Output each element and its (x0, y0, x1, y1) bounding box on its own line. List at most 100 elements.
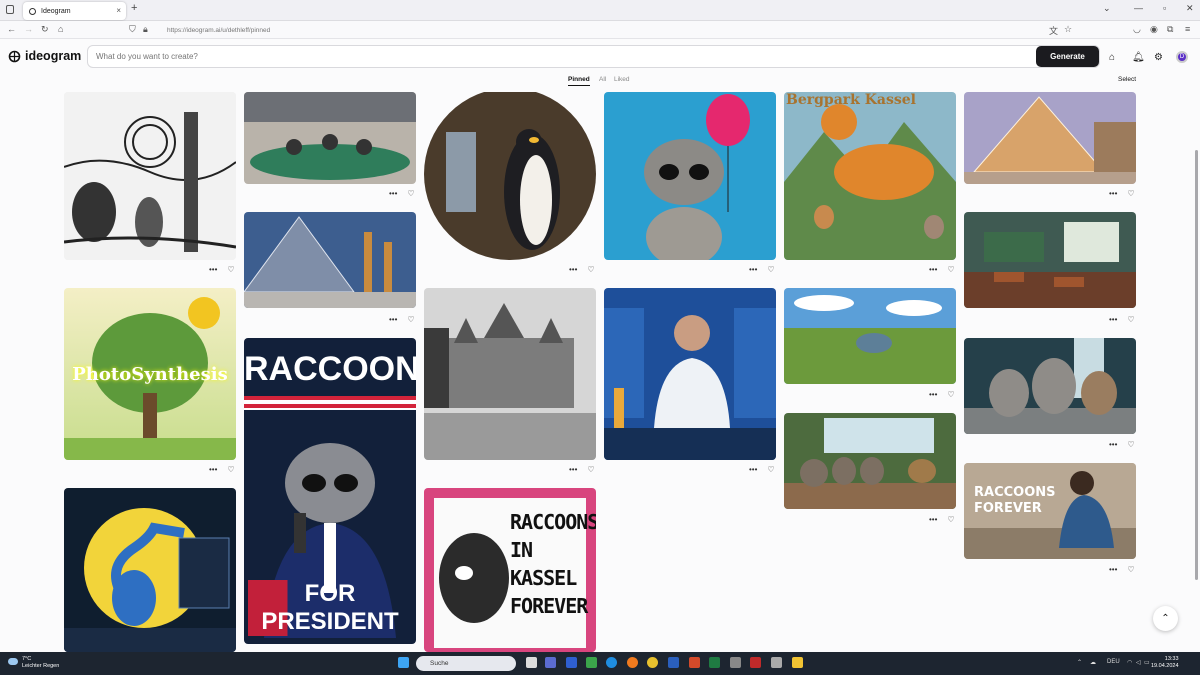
reload-icon[interactable]: ↻ (41, 24, 49, 35)
heart-icon[interactable]: ♡ (947, 515, 954, 524)
extensions-icon[interactable]: ⧉ (1167, 24, 1173, 35)
teams-icon[interactable] (545, 657, 556, 668)
app-l-icon[interactable] (566, 657, 577, 668)
heart-icon[interactable]: ♡ (1127, 315, 1134, 324)
image-card[interactable] (964, 92, 1136, 184)
minimize-icon[interactable]: — (1134, 3, 1143, 13)
generate-button[interactable]: Generate (1036, 46, 1099, 67)
image-card[interactable] (64, 488, 236, 652)
account-icon[interactable]: ◉ (1150, 24, 1158, 35)
gear-icon[interactable]: ⚙ (1154, 52, 1163, 63)
edge-icon[interactable] (606, 657, 617, 668)
more-icon[interactable]: ••• (749, 265, 757, 274)
translate-icon[interactable]: 文 (1049, 24, 1058, 37)
tab-close-icon[interactable]: × (116, 6, 121, 15)
heart-icon[interactable]: ♡ (947, 390, 954, 399)
firefox-icon[interactable] (627, 657, 638, 668)
tab-list-icon[interactable] (6, 5, 14, 14)
wifi-icon[interactable]: ◠ (1127, 659, 1132, 666)
close-window-icon[interactable]: ✕ (1186, 3, 1194, 14)
image-card[interactable] (964, 338, 1136, 434)
scroll-to-top-button[interactable]: ⌃ (1153, 606, 1178, 631)
more-icon[interactable]: ••• (1109, 565, 1117, 574)
image-card[interactable] (964, 212, 1136, 308)
onedrive-icon[interactable]: ☁ (1090, 659, 1096, 666)
image-card[interactable] (604, 92, 776, 260)
select-button[interactable]: Select (1118, 76, 1136, 83)
bell-icon[interactable]: 🔔︎ (1132, 52, 1145, 63)
file-explorer-icon[interactable] (792, 657, 803, 668)
heart-icon[interactable]: ♡ (407, 189, 414, 198)
chrome-icon[interactable] (647, 657, 658, 668)
maximize-icon[interactable]: ▫ (1163, 3, 1166, 13)
more-icon[interactable]: ••• (209, 465, 217, 474)
bookmark-star-icon[interactable]: ☆ (1064, 24, 1072, 35)
heart-icon[interactable]: ♡ (767, 465, 774, 474)
more-icon[interactable]: ••• (929, 390, 937, 399)
lock-icon[interactable]: 🔒︎ (143, 24, 148, 35)
app-green-icon[interactable] (586, 657, 597, 668)
heart-icon[interactable]: ♡ (947, 265, 954, 274)
more-icon[interactable]: ••• (389, 189, 397, 198)
tab-all[interactable]: All (599, 76, 606, 83)
image-card[interactable] (64, 92, 236, 260)
language-indicator[interactable]: DEU (1107, 659, 1120, 665)
home-icon[interactable]: ⌂ (1109, 52, 1115, 63)
app-plus-icon[interactable] (730, 657, 741, 668)
image-card[interactable]: RACCOONS FOREVER (964, 463, 1136, 559)
more-icon[interactable]: ••• (569, 465, 577, 474)
heart-icon[interactable]: ♡ (1127, 189, 1134, 198)
tab-liked[interactable]: Liked (614, 76, 630, 83)
ideogram-logo[interactable]: ideogram (8, 49, 81, 63)
prompt-input[interactable] (96, 52, 996, 61)
more-icon[interactable]: ••• (1109, 315, 1117, 324)
back-icon[interactable]: ← (7, 24, 16, 34)
pocket-icon[interactable]: ◡ (1133, 24, 1141, 35)
taskbar-search[interactable]: Suche (416, 656, 516, 671)
chevron-down-icon[interactable]: ⌄ (1103, 3, 1111, 14)
image-card[interactable]: PhotoSynthesis (64, 288, 236, 460)
image-card[interactable] (604, 288, 776, 460)
taskbar-clock[interactable]: 13:33 19.04.2024 (1151, 656, 1179, 670)
heart-icon[interactable]: ♡ (767, 265, 774, 274)
more-icon[interactable]: ••• (569, 265, 577, 274)
heart-icon[interactable]: ♡ (407, 315, 414, 324)
image-card[interactable]: Bergpark Kassel (784, 92, 956, 260)
more-icon[interactable]: ••• (209, 265, 217, 274)
more-icon[interactable]: ••• (389, 315, 397, 324)
image-card[interactable]: RACCOONS IN KASSEL FOREVER (424, 488, 596, 652)
app-tool-icon[interactable] (771, 657, 782, 668)
browser-tab[interactable]: Ideogram × (23, 2, 126, 20)
image-card[interactable] (244, 212, 416, 308)
heart-icon[interactable]: ♡ (1127, 440, 1134, 449)
image-card[interactable] (784, 413, 956, 509)
word-icon[interactable] (668, 657, 679, 668)
windows-start-icon[interactable] (398, 657, 409, 668)
more-icon[interactable]: ••• (1109, 189, 1117, 198)
image-card[interactable]: RACCOON FOR PRESIDENT (244, 338, 416, 644)
heart-icon[interactable]: ♡ (1127, 565, 1134, 574)
image-card[interactable] (784, 288, 956, 384)
avatar[interactable]: D (1176, 51, 1188, 63)
more-icon[interactable]: ••• (749, 465, 757, 474)
weather-widget[interactable]: 7°C Leichter Regen (8, 656, 59, 670)
forward-icon[interactable]: → (24, 24, 33, 34)
chevron-up-icon[interactable]: ⌃ (1077, 659, 1082, 666)
image-card[interactable] (244, 92, 416, 184)
tab-pinned[interactable]: Pinned (568, 76, 590, 86)
app-red-icon[interactable] (750, 657, 761, 668)
heart-icon[interactable]: ♡ (587, 465, 594, 474)
more-icon[interactable]: ••• (929, 515, 937, 524)
home-icon[interactable]: ⌂ (58, 24, 63, 34)
heart-icon[interactable]: ♡ (227, 265, 234, 274)
volume-icon[interactable]: ◁ (1136, 659, 1141, 666)
battery-icon[interactable]: ▭ (1144, 659, 1150, 666)
more-icon[interactable]: ••• (929, 265, 937, 274)
prompt-box[interactable] (87, 45, 1100, 68)
menu-icon[interactable]: ≡ (1185, 24, 1190, 34)
heart-icon[interactable]: ♡ (587, 265, 594, 274)
powerpoint-icon[interactable] (689, 657, 700, 668)
new-tab-button[interactable]: + (131, 2, 137, 14)
shield-icon[interactable]: ⛉ (129, 24, 136, 35)
heart-icon[interactable]: ♡ (227, 465, 234, 474)
